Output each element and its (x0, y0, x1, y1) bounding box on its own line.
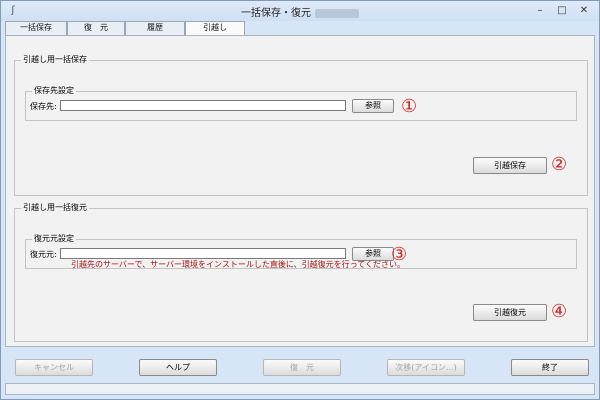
bottom-button-bar: キャンセル ヘルプ 復 元 次移(アイコン...) 終了 (5, 353, 595, 381)
title-bar[interactable]: ʃ 一括保存・復元 – □ ✕ (1, 1, 599, 21)
marker-2: ② (551, 154, 568, 175)
save-destination-label: 保存先: (30, 102, 57, 111)
save-browse-button[interactable]: 参照 (352, 99, 394, 113)
moving-save-button[interactable]: 引越保存 (473, 157, 547, 174)
restore-section-title: 引越し用一括復元 (21, 203, 89, 213)
title-redacted-block (315, 8, 359, 18)
next-button[interactable]: 次移(アイコン...) (387, 359, 465, 376)
save-destination-input[interactable] (60, 100, 346, 111)
app-window: ʃ 一括保存・復元 – □ ✕ 一括保存 復 元 履歴 引越し 引越し用一括保存… (0, 0, 600, 400)
save-section-title: 引越し用一括保存 (21, 55, 89, 65)
restore-notice-text: 引越先のサーバーで、サーバー環境をインストールした直後に、引越復元を行ってくださ… (71, 260, 405, 269)
restore-button[interactable]: 復 元 (263, 359, 341, 376)
save-section-group: 引越し用一括保存 保存先設定 保存先: 参照 ① 引越保存 ② (14, 55, 588, 196)
save-destination-group: 保存先設定 保存先: 参照 (25, 86, 577, 121)
restore-source-input[interactable] (60, 248, 346, 259)
tab-history[interactable]: 履歴 (125, 21, 185, 35)
tab-bulk-save[interactable]: 一括保存 (5, 21, 67, 35)
cancel-button[interactable]: キャンセル (15, 359, 93, 376)
maximize-icon[interactable]: □ (551, 3, 573, 18)
minimize-icon[interactable]: – (529, 3, 551, 18)
restore-source-title: 復元元設定 (32, 234, 76, 244)
tab-moving[interactable]: 引越し (185, 21, 245, 36)
moving-restore-button[interactable]: 引越復元 (473, 304, 547, 321)
tab-content-panel: 引越し用一括保存 保存先設定 保存先: 参照 ① 引越保存 ② 引越し用一括復元… (5, 35, 595, 347)
status-bar (5, 383, 595, 395)
window-title: 一括保存・復元 (1, 4, 599, 19)
restore-source-label: 復元元: (30, 250, 57, 259)
exit-button[interactable]: 終了 (511, 359, 589, 376)
window-title-text: 一括保存・復元 (241, 8, 311, 19)
tab-strip: 一括保存 復 元 履歴 引越し (5, 21, 595, 36)
tab-restore[interactable]: 復 元 (67, 21, 125, 35)
marker-1: ① (401, 96, 418, 117)
close-icon[interactable]: ✕ (573, 3, 595, 18)
save-destination-title: 保存先設定 (32, 86, 76, 96)
marker-4: ④ (551, 301, 568, 322)
help-button[interactable]: ヘルプ (139, 359, 217, 376)
restore-section-group: 引越し用一括復元 復元元設定 復元元: 参照 ③ 引越復元 ④ (14, 203, 588, 342)
